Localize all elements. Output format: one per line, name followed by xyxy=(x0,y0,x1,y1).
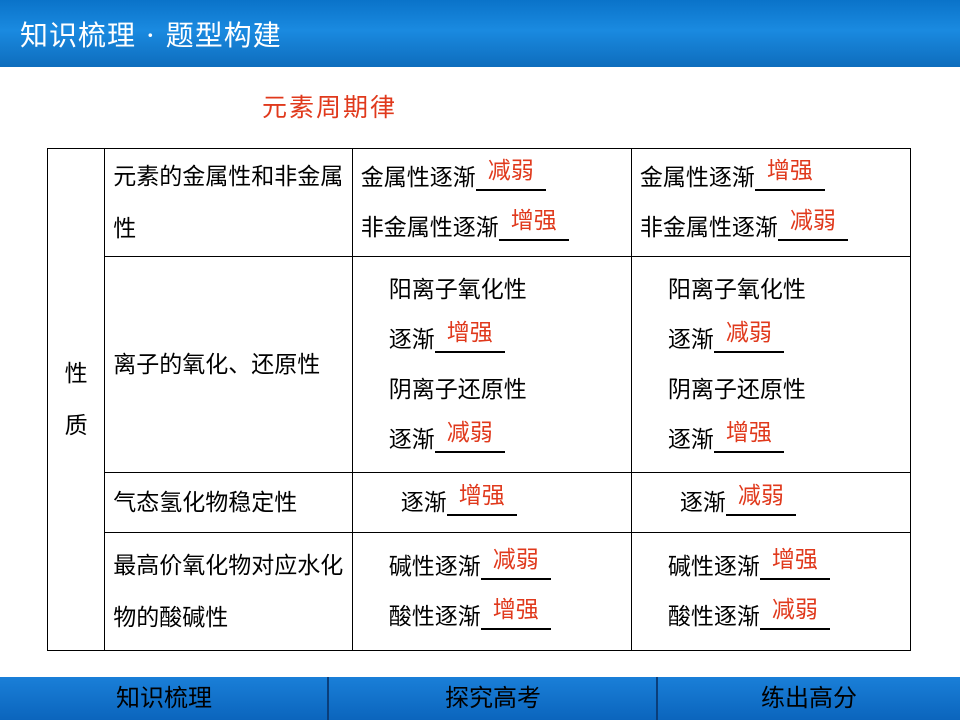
answer-blank: 减弱 xyxy=(434,419,505,453)
trend-cell: 阳离子氧化性 逐渐 减弱 阴离子还原性 逐渐 增强 xyxy=(630,256,912,473)
trend-cell: 碱性逐渐 增强 酸性逐渐 减弱 xyxy=(630,532,912,651)
trend-line: 逐渐 增强 xyxy=(401,478,631,528)
trend-line: 逐渐 减弱 xyxy=(668,315,910,365)
trend-cell: 阳离子氧化性 逐渐 增强 阴离子还原性 逐渐 减弱 xyxy=(351,256,632,473)
aspect-cell: 最高价氧化物对应水化物的酸碱性 xyxy=(104,532,353,651)
trend-cell: 逐渐 增强 xyxy=(351,472,632,533)
trend-prefix: 酸性逐渐 xyxy=(667,603,760,630)
answer-text: 增强 xyxy=(510,207,557,234)
trend-line: 金属性逐渐 减弱 xyxy=(361,153,631,203)
trend-line: 非金属性逐渐 减弱 xyxy=(640,203,910,253)
trend-cell: 碱性逐渐 减弱 酸性逐渐 增强 xyxy=(351,532,632,651)
trend-line: 酸性逐渐 减弱 xyxy=(668,592,910,642)
trend-line: 金属性逐渐 增强 xyxy=(640,153,910,203)
trend-prefix: 碱性逐渐 xyxy=(388,553,481,580)
trend-prefix: 非金属性逐渐 xyxy=(639,214,778,241)
answer-text: 减弱 xyxy=(737,482,784,509)
trend-prefix: 逐渐 xyxy=(667,426,714,453)
table-row: 离子的氧化、还原性 阳离子氧化性 逐渐 增强 阴离子还原性 逐渐 减弱 阳离子氧化性… xyxy=(48,256,912,473)
periodic-law-table: 性 质 元素的金属性和非金属性 金属性逐渐 减弱 非金属性逐渐 增强 金属性逐渐 增强… xyxy=(46,148,912,651)
answer-text: 减弱 xyxy=(789,207,836,234)
answer-blank: 增强 xyxy=(498,207,569,241)
trend-prefix: 逐渐 xyxy=(667,326,714,353)
trend-cell: 逐渐 减弱 xyxy=(630,472,912,533)
trend-line: 碱性逐渐 增强 xyxy=(668,542,910,592)
trend-line: 阴离子还原性 xyxy=(667,376,806,403)
tab-practice[interactable]: 练出高分 xyxy=(658,677,960,720)
answer-blank: 减弱 xyxy=(725,482,796,516)
aspect-cell: 离子的氧化、还原性 xyxy=(104,256,353,473)
trend-line: 阳离子氧化性 xyxy=(667,276,806,303)
trend-prefix: 逐渐 xyxy=(388,426,435,453)
answer-text: 减弱 xyxy=(446,419,493,446)
property-label-char: 质 xyxy=(64,412,88,439)
trend-prefix: 逐渐 xyxy=(388,326,435,353)
answer-text: 减弱 xyxy=(771,596,818,623)
trend-line: 碱性逐渐 减弱 xyxy=(389,542,631,592)
answer-blank: 减弱 xyxy=(480,546,551,580)
trend-prefix: 逐渐 xyxy=(679,489,726,516)
trend-prefix: 金属性逐渐 xyxy=(360,164,476,191)
table-row: 气态氢化物稳定性 逐渐 增强 逐渐 减弱 xyxy=(48,472,912,533)
answer-blank: 减弱 xyxy=(759,596,830,630)
section-heading: 元素周期律 xyxy=(262,93,398,122)
answer-text: 增强 xyxy=(771,546,818,573)
answer-blank: 减弱 xyxy=(475,157,546,191)
trend-line: 逐渐 增强 xyxy=(668,415,910,465)
answer-text: 增强 xyxy=(766,157,813,184)
answer-blank: 减弱 xyxy=(777,207,848,241)
answer-blank: 增强 xyxy=(713,419,784,453)
trend-line: 逐渐 减弱 xyxy=(389,415,631,465)
trend-prefix: 酸性逐渐 xyxy=(388,603,481,630)
answer-text: 减弱 xyxy=(487,157,534,184)
answer-blank: 减弱 xyxy=(713,319,784,353)
table-row: 性 质 元素的金属性和非金属性 金属性逐渐 减弱 非金属性逐渐 增强 金属性逐渐 增强… xyxy=(46,148,912,651)
trend-prefix: 碱性逐渐 xyxy=(667,553,760,580)
tab-knowledge-review[interactable]: 知识梳理 xyxy=(0,677,328,720)
answer-text: 增强 xyxy=(725,419,772,446)
trend-line: 非金属性逐渐 增强 xyxy=(361,203,631,253)
answer-blank: 增强 xyxy=(446,482,517,516)
answer-text: 减弱 xyxy=(492,546,539,573)
aspect-cell: 元素的金属性和非金属性 xyxy=(104,148,353,257)
answer-text: 增强 xyxy=(492,596,539,623)
page-title: 知识梳理 · 题型构建 xyxy=(20,19,282,52)
trend-line: 酸性逐渐 增强 xyxy=(389,592,631,642)
property-label-cell: 性 质 xyxy=(46,148,106,651)
property-label-char: 性 xyxy=(64,360,88,387)
answer-text: 减弱 xyxy=(725,319,772,346)
footer-nav: 知识梳理 探究高考 练出高分 xyxy=(0,677,960,720)
answer-blank: 增强 xyxy=(480,596,551,630)
trend-prefix: 逐渐 xyxy=(400,489,447,516)
trend-prefix: 非金属性逐渐 xyxy=(360,214,499,241)
answer-blank: 增强 xyxy=(754,157,825,191)
answer-blank: 增强 xyxy=(759,546,830,580)
trend-line: 阴离子还原性 xyxy=(388,376,527,403)
answer-text: 增强 xyxy=(458,482,505,509)
trend-line: 逐渐 减弱 xyxy=(680,478,910,528)
trend-prefix: 金属性逐渐 xyxy=(639,164,755,191)
trend-cell: 金属性逐渐 增强 非金属性逐渐 减弱 xyxy=(630,148,912,257)
trend-line: 逐渐 增强 xyxy=(389,315,631,365)
answer-blank: 增强 xyxy=(434,319,505,353)
tab-explore-exam[interactable]: 探究高考 xyxy=(329,677,657,720)
header-bar: 知识梳理 · 题型构建 xyxy=(0,0,960,67)
answer-text: 增强 xyxy=(446,319,493,346)
table-row: 最高价氧化物对应水化物的酸碱性 碱性逐渐 减弱 酸性逐渐 增强 碱性逐渐 增强 酸性逐… xyxy=(48,532,912,651)
trend-line: 阳离子氧化性 xyxy=(388,276,527,303)
aspect-cell: 气态氢化物稳定性 xyxy=(104,472,353,533)
trend-cell: 金属性逐渐 减弱 非金属性逐渐 增强 xyxy=(351,148,632,257)
